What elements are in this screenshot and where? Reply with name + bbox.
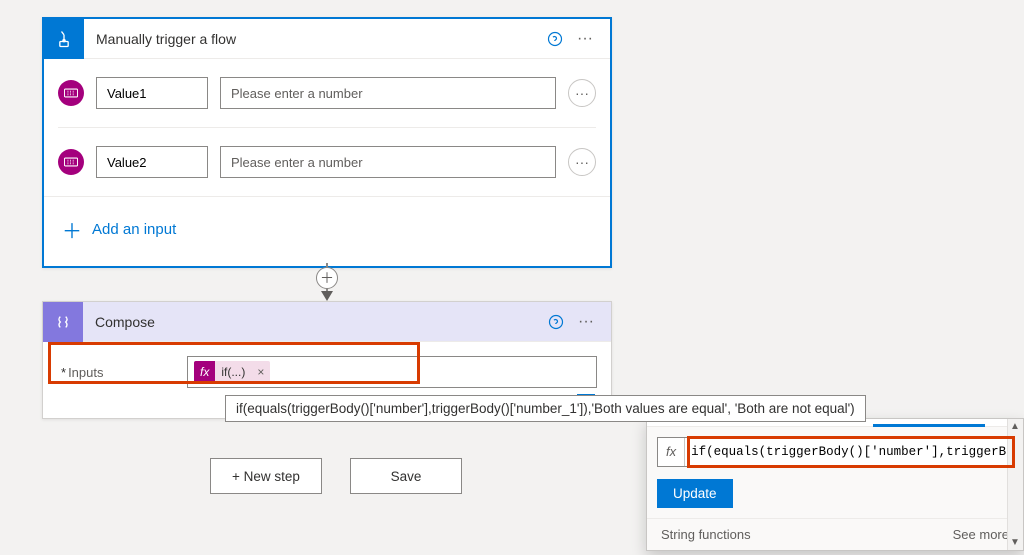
arrow-down-icon — [321, 291, 333, 301]
flow-actions: + New step Save — [210, 458, 462, 494]
save-button[interactable]: Save — [350, 458, 462, 494]
scroll-down-icon[interactable]: ▼ — [1010, 537, 1020, 548]
input-more-icon[interactable]: ··· — [568, 148, 596, 176]
input-row: Value1 Please enter a number ··· — [58, 59, 596, 127]
functions-section: String functions See more — [647, 518, 1023, 550]
expression-text[interactable]: if(equals(triggerBody()['number'],trigge… — [685, 445, 1012, 459]
number-type-icon[interactable] — [58, 80, 84, 106]
plus-icon: ＋ — [62, 215, 82, 244]
expression-tooltip: if(equals(triggerBody()['number'],trigge… — [225, 395, 866, 422]
add-input-label: Add an input — [92, 221, 176, 238]
fx-icon: fx — [658, 438, 685, 466]
input-value-field[interactable]: Please enter a number — [220, 77, 556, 109]
help-icon[interactable] — [541, 307, 571, 337]
input-value-field[interactable]: Please enter a number — [220, 146, 556, 178]
flyout-scrollbar[interactable]: ▲ ▼ — [1007, 419, 1023, 550]
input-name-field[interactable]: Value1 — [96, 77, 208, 109]
compose-field-label: Inputs — [57, 365, 177, 380]
input-name-field[interactable]: Value2 — [96, 146, 208, 178]
update-button[interactable]: Update — [657, 479, 733, 508]
trigger-card: Manually trigger a flow ··· Value1 Pleas… — [42, 17, 612, 268]
more-icon[interactable]: ··· — [571, 307, 601, 337]
number-type-icon[interactable] — [58, 149, 84, 175]
new-step-button[interactable]: + New step — [210, 458, 322, 494]
section-title: String functions — [661, 527, 751, 542]
add-input-button[interactable]: ＋ Add an input — [62, 215, 592, 244]
connector: ＋ — [320, 263, 334, 301]
expression-editor[interactable]: fx if(equals(triggerBody()['number'],tri… — [657, 437, 1013, 467]
help-icon[interactable] — [540, 24, 570, 54]
remove-pill-icon[interactable]: × — [251, 365, 270, 379]
trigger-header[interactable]: Manually trigger a flow ··· — [44, 19, 610, 59]
fx-icon: fx — [194, 361, 215, 383]
input-row: Value2 Please enter a number ··· — [58, 127, 596, 196]
insert-step-button[interactable]: ＋ — [316, 267, 338, 289]
compose-inputs-field[interactable]: fx if(...) × — [187, 356, 597, 388]
compose-title: Compose — [83, 314, 541, 330]
scroll-up-icon[interactable]: ▲ — [1010, 421, 1020, 432]
more-icon[interactable]: ··· — [570, 24, 600, 54]
trigger-icon — [44, 19, 84, 59]
expression-pill[interactable]: fx if(...) × — [194, 361, 270, 383]
trigger-title: Manually trigger a flow — [84, 31, 540, 47]
compose-header[interactable]: Compose ··· — [43, 302, 611, 342]
trigger-inputs: Value1 Please enter a number ··· Value2 … — [44, 59, 610, 196]
input-more-icon[interactable]: ··· — [568, 79, 596, 107]
see-more-link[interactable]: See more — [953, 527, 1009, 542]
expression-pill-text: if(...) — [215, 365, 251, 379]
expression-flyout: fx if(equals(triggerBody()['number'],tri… — [646, 418, 1024, 551]
compose-icon — [43, 302, 83, 342]
